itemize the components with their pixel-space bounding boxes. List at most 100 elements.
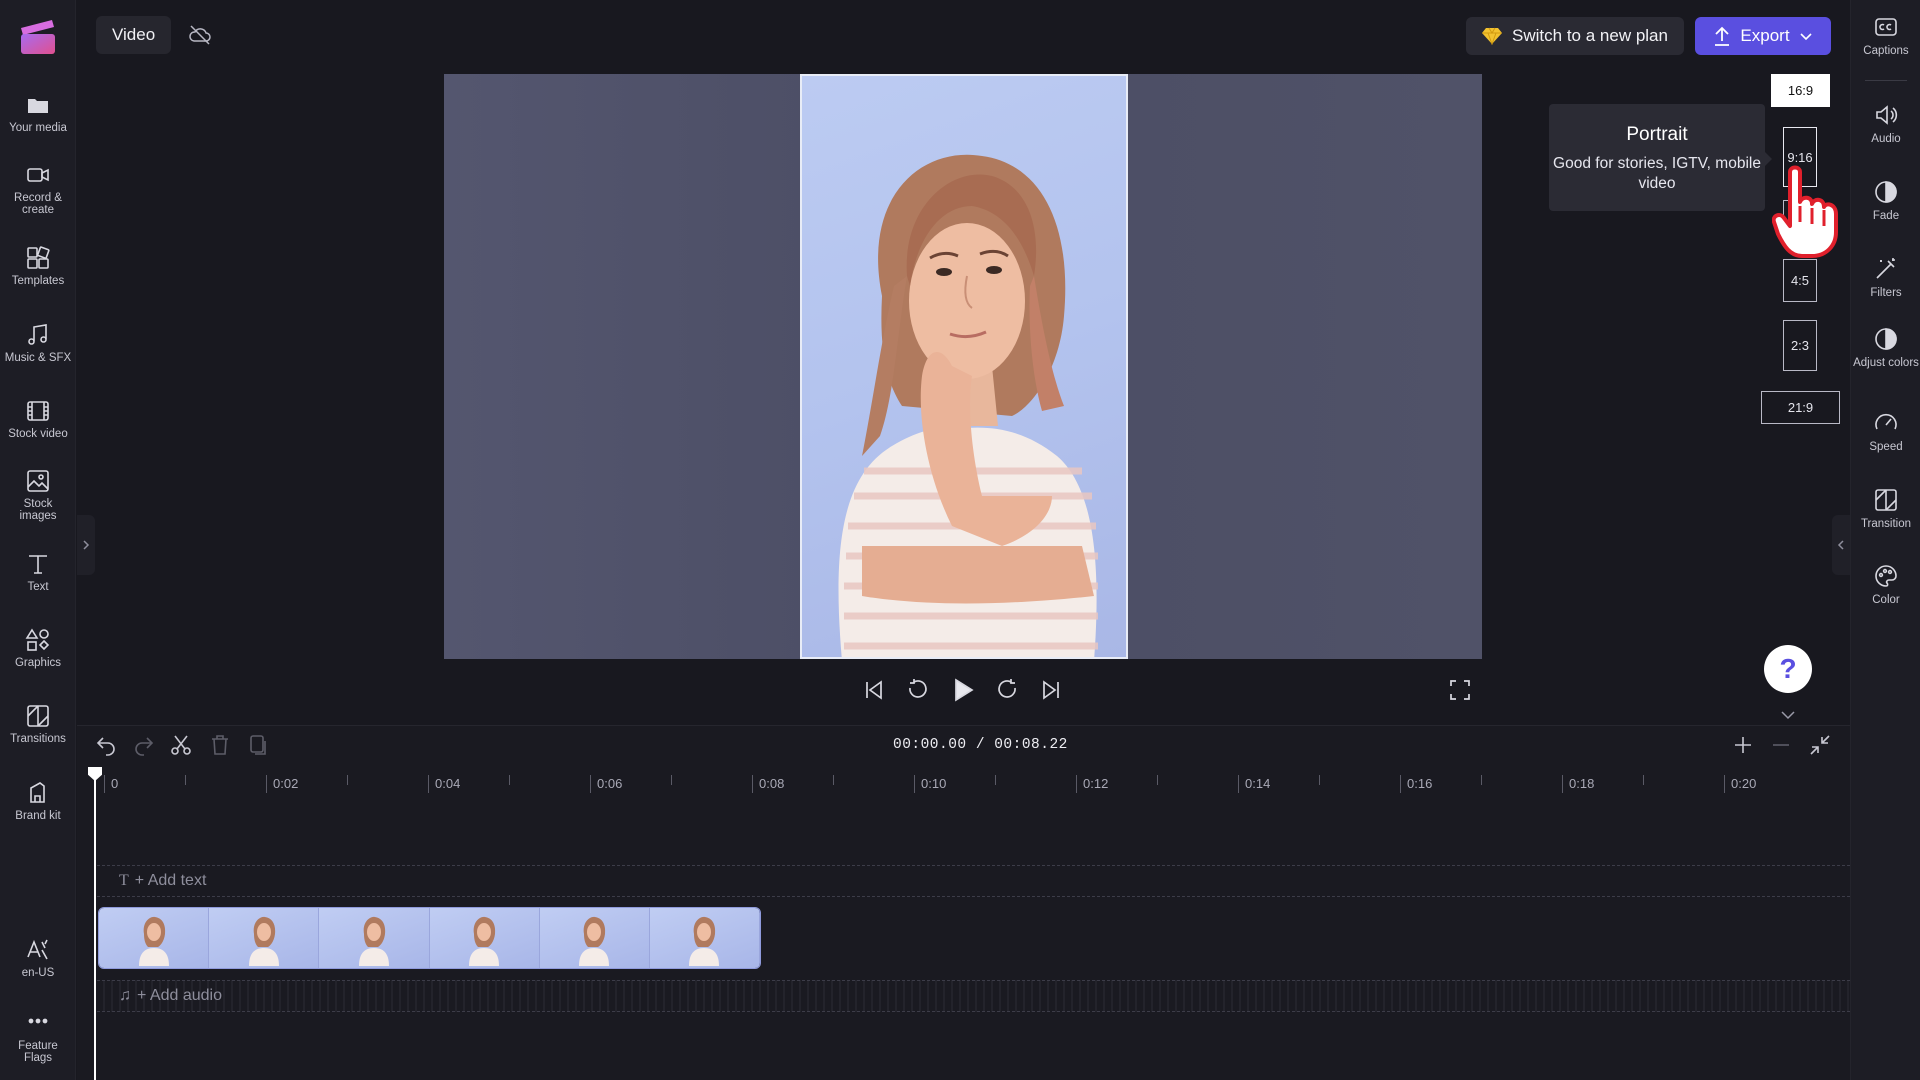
text-track[interactable]: T + Add text (97, 865, 1850, 897)
ruler-minor-tick (185, 775, 186, 785)
nav-label: Stock video (8, 428, 68, 440)
aspect-4-5-button[interactable]: 4:5 (1783, 259, 1817, 302)
ruler-tick-label: 0:06 (590, 775, 622, 793)
nav-text[interactable]: Text (0, 551, 76, 593)
skip-to-end-button[interactable] (1038, 677, 1064, 703)
right-sidebar: Captions Audio Fade Filters Adjust color… (1850, 0, 1920, 1080)
fast-forward-icon (998, 679, 1016, 698)
nav-transition[interactable]: Transition (1851, 487, 1920, 530)
play-icon (955, 678, 974, 702)
contrast-icon (1875, 328, 1897, 350)
cloud-off-icon[interactable] (187, 24, 213, 46)
export-button[interactable]: Export (1695, 17, 1831, 55)
text-icon (29, 555, 47, 574)
redo-icon (135, 737, 154, 756)
nav-your-media[interactable]: Your media (0, 92, 76, 134)
chevron-down-icon[interactable] (1760, 706, 1816, 726)
add-text-button[interactable]: T + Add text (119, 872, 206, 890)
add-audio-button[interactable]: ♫ + Add audio (119, 987, 222, 1005)
chevron-down-icon (1799, 33, 1812, 41)
zoom-in-button[interactable] (1731, 733, 1755, 757)
split-button[interactable] (169, 733, 193, 757)
nav-label: Audio (1871, 133, 1901, 145)
tooltip-title: Portrait (1626, 124, 1688, 145)
nav-fade[interactable]: Fade (1851, 179, 1920, 222)
ruler-tick-label: 0:20 (1724, 775, 1756, 793)
rewind-5s-button[interactable] (904, 677, 930, 703)
add-text-label: + Add text (134, 872, 207, 889)
fit-timeline-button[interactable] (1808, 733, 1832, 757)
nav-audio[interactable]: Audio (1851, 102, 1920, 145)
fullscreen-icon (1450, 680, 1470, 700)
film-icon (27, 401, 49, 421)
transitions-icon (27, 705, 49, 727)
nav-stock-images[interactable]: Stock images (0, 468, 76, 522)
upload-icon (1715, 26, 1730, 46)
nav-label: Feature Flags (18, 1040, 58, 1064)
nav-music-sfx[interactable]: Music & SFX (0, 322, 76, 364)
ruler-minor-tick (509, 775, 510, 785)
forward-5s-button[interactable] (995, 677, 1021, 703)
nav-graphics[interactable]: Graphics (0, 627, 76, 669)
aspect-21-9-button[interactable]: 21:9 (1761, 391, 1840, 424)
nav-color[interactable]: Color (1851, 563, 1920, 606)
nav-brand-kit[interactable]: Brand kit (0, 780, 76, 822)
aspect-ratio-tooltip: Portrait Good for stories, IGTV, mobile … (1549, 104, 1772, 211)
language-icon (27, 939, 48, 960)
aspect-9-16-button[interactable]: 9:16 (1783, 127, 1817, 187)
music-note-icon: ♫ (119, 987, 131, 1004)
nav-language[interactable]: en-US (0, 937, 76, 979)
ruler-tick-label: 0:10 (914, 775, 946, 793)
nav-templates[interactable]: Templates (0, 245, 76, 287)
fullscreen-button[interactable] (1447, 677, 1473, 703)
nav-transitions[interactable]: Transitions (0, 703, 76, 745)
undo-button[interactable] (94, 733, 118, 757)
music-note-icon (28, 324, 47, 345)
nav-feature-flags[interactable]: Feature Flags (0, 1010, 76, 1064)
delete-button[interactable] (208, 733, 232, 757)
brand-kit-icon (30, 782, 45, 803)
portrait-crop-frame (800, 74, 1128, 659)
play-button[interactable] (950, 677, 976, 703)
zoom-out-button[interactable] (1769, 733, 1793, 757)
ruler-minor-tick (833, 775, 834, 785)
nav-record-create[interactable]: Record & create (0, 162, 76, 216)
clip-thumbnail (319, 908, 430, 968)
project-title[interactable]: Video (96, 16, 172, 54)
skip-to-start-button[interactable] (861, 677, 887, 703)
skip-back-icon (866, 680, 882, 700)
aspect-1-1-button[interactable] (1783, 200, 1817, 238)
ruler-tick-label: 0 (104, 775, 118, 793)
nav-filters[interactable]: Filters (1851, 256, 1920, 299)
thumbnail-person (358, 916, 389, 966)
nav-speed[interactable]: Speed (1851, 410, 1920, 453)
audio-track[interactable]: ♫ + Add audio (97, 980, 1850, 1012)
aspect-2-3-button[interactable]: 2:3 (1783, 320, 1817, 371)
nav-label: Adjust colors (1853, 357, 1919, 369)
ruler-tick-label: 0:14 (1238, 775, 1270, 793)
chevron-left-icon (1837, 540, 1844, 550)
woman-thinking-image (838, 154, 1098, 657)
nav-captions[interactable]: Captions (1851, 14, 1920, 57)
magic-wand-icon (1876, 258, 1895, 279)
ruler-minor-tick (1319, 775, 1320, 785)
expand-right-panel-button[interactable] (1832, 515, 1850, 575)
aspect-16-9-button[interactable]: 16:9 (1771, 74, 1830, 107)
nav-stock-video[interactable]: Stock video (0, 398, 76, 440)
switch-plan-button[interactable]: Switch to a new plan (1466, 17, 1684, 55)
thumbnail-person (248, 916, 279, 966)
nav-adjust-colors[interactable]: Adjust colors (1851, 326, 1920, 369)
expand-left-panel-button[interactable] (77, 515, 95, 575)
help-button[interactable]: ? (1764, 645, 1812, 693)
video-clip[interactable] (98, 907, 761, 969)
thumbnail-person (689, 916, 720, 966)
ruler-minor-tick (347, 775, 348, 785)
left-sidebar: Your media Record & create Templates Mus… (0, 0, 76, 1080)
video-preview[interactable] (444, 74, 1482, 659)
redo-button[interactable] (132, 733, 156, 757)
thumbnail-person (138, 916, 169, 966)
duplicate-button[interactable] (246, 733, 270, 757)
playhead[interactable] (94, 767, 96, 1080)
nav-label: Color (1872, 594, 1900, 606)
folder-icon (28, 99, 48, 113)
